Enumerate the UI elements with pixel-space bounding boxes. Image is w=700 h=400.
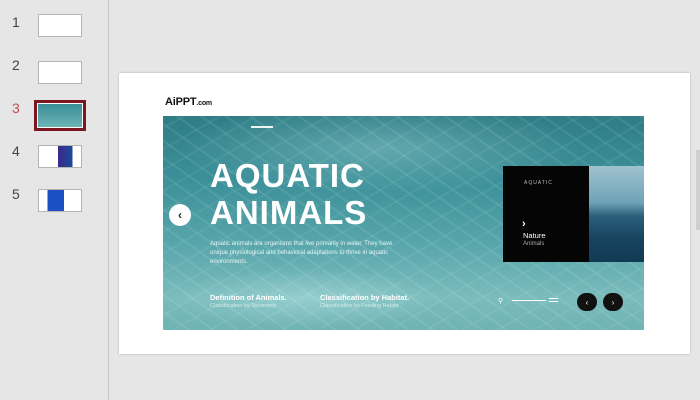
slide-preview[interactable]: [38, 14, 82, 37]
section-habitat-subtitle[interactable]: Classification by Feeding Habits: [320, 303, 398, 309]
section-definition-title[interactable]: Definition of Animals.: [210, 293, 287, 302]
chevron-left-icon: ‹: [585, 297, 589, 307]
ocean-photo: [589, 166, 644, 262]
card-title: Nature: [523, 231, 546, 240]
slide-number: 2: [12, 57, 20, 73]
card-label: AQUATIC: [524, 180, 553, 186]
slide-thumbnail-1[interactable]: 1: [0, 14, 108, 54]
slide-number: 4: [12, 143, 20, 159]
hero-description[interactable]: Aquatic animals are organisms that live …: [210, 240, 410, 267]
hero-title[interactable]: AQUATIC ANIMALS: [210, 157, 367, 231]
slide-thumbnail-panel: 1 2 3 4 5: [0, 0, 109, 400]
search-icon: ⚲: [498, 298, 504, 305]
slide-preview-selected[interactable]: [34, 100, 86, 131]
slide-preview[interactable]: [38, 61, 82, 84]
vertical-scrollbar[interactable]: [696, 150, 700, 230]
nature-card[interactable]: AQUATIC › Nature Animals: [503, 166, 644, 262]
prev-arrow-button[interactable]: ‹: [169, 204, 191, 226]
nav-prev-button[interactable]: ‹: [577, 293, 597, 311]
slide-number: 3: [12, 100, 20, 116]
progress-line: [512, 300, 546, 301]
nav-next-button[interactable]: ›: [603, 293, 623, 311]
section-definition-subtitle[interactable]: Classification by Taxonomy: [210, 303, 276, 309]
chevron-left-icon: ‹: [178, 208, 182, 222]
slide-number: 1: [12, 14, 20, 30]
menu-line-icon: [549, 298, 558, 299]
card-subtitle: Animals: [523, 241, 545, 247]
slide-preview[interactable]: [38, 189, 82, 212]
decorative-line: [251, 126, 273, 128]
menu-line-icon: [549, 301, 558, 302]
chevron-right-icon: ›: [611, 297, 615, 307]
slide-preview[interactable]: [38, 145, 82, 168]
section-habitat-title[interactable]: Classification by Habitat.: [320, 293, 409, 302]
slide-thumbnail-2[interactable]: 2: [0, 57, 108, 97]
slide-number: 5: [12, 186, 20, 202]
slide-thumbnail-3[interactable]: 3: [0, 100, 108, 140]
slide-thumbnail-4[interactable]: 4: [0, 143, 108, 183]
chevron-right-icon: ›: [522, 218, 526, 230]
logo: AiPPT.com: [165, 96, 212, 108]
slide-thumbnail-5[interactable]: 5: [0, 186, 108, 226]
